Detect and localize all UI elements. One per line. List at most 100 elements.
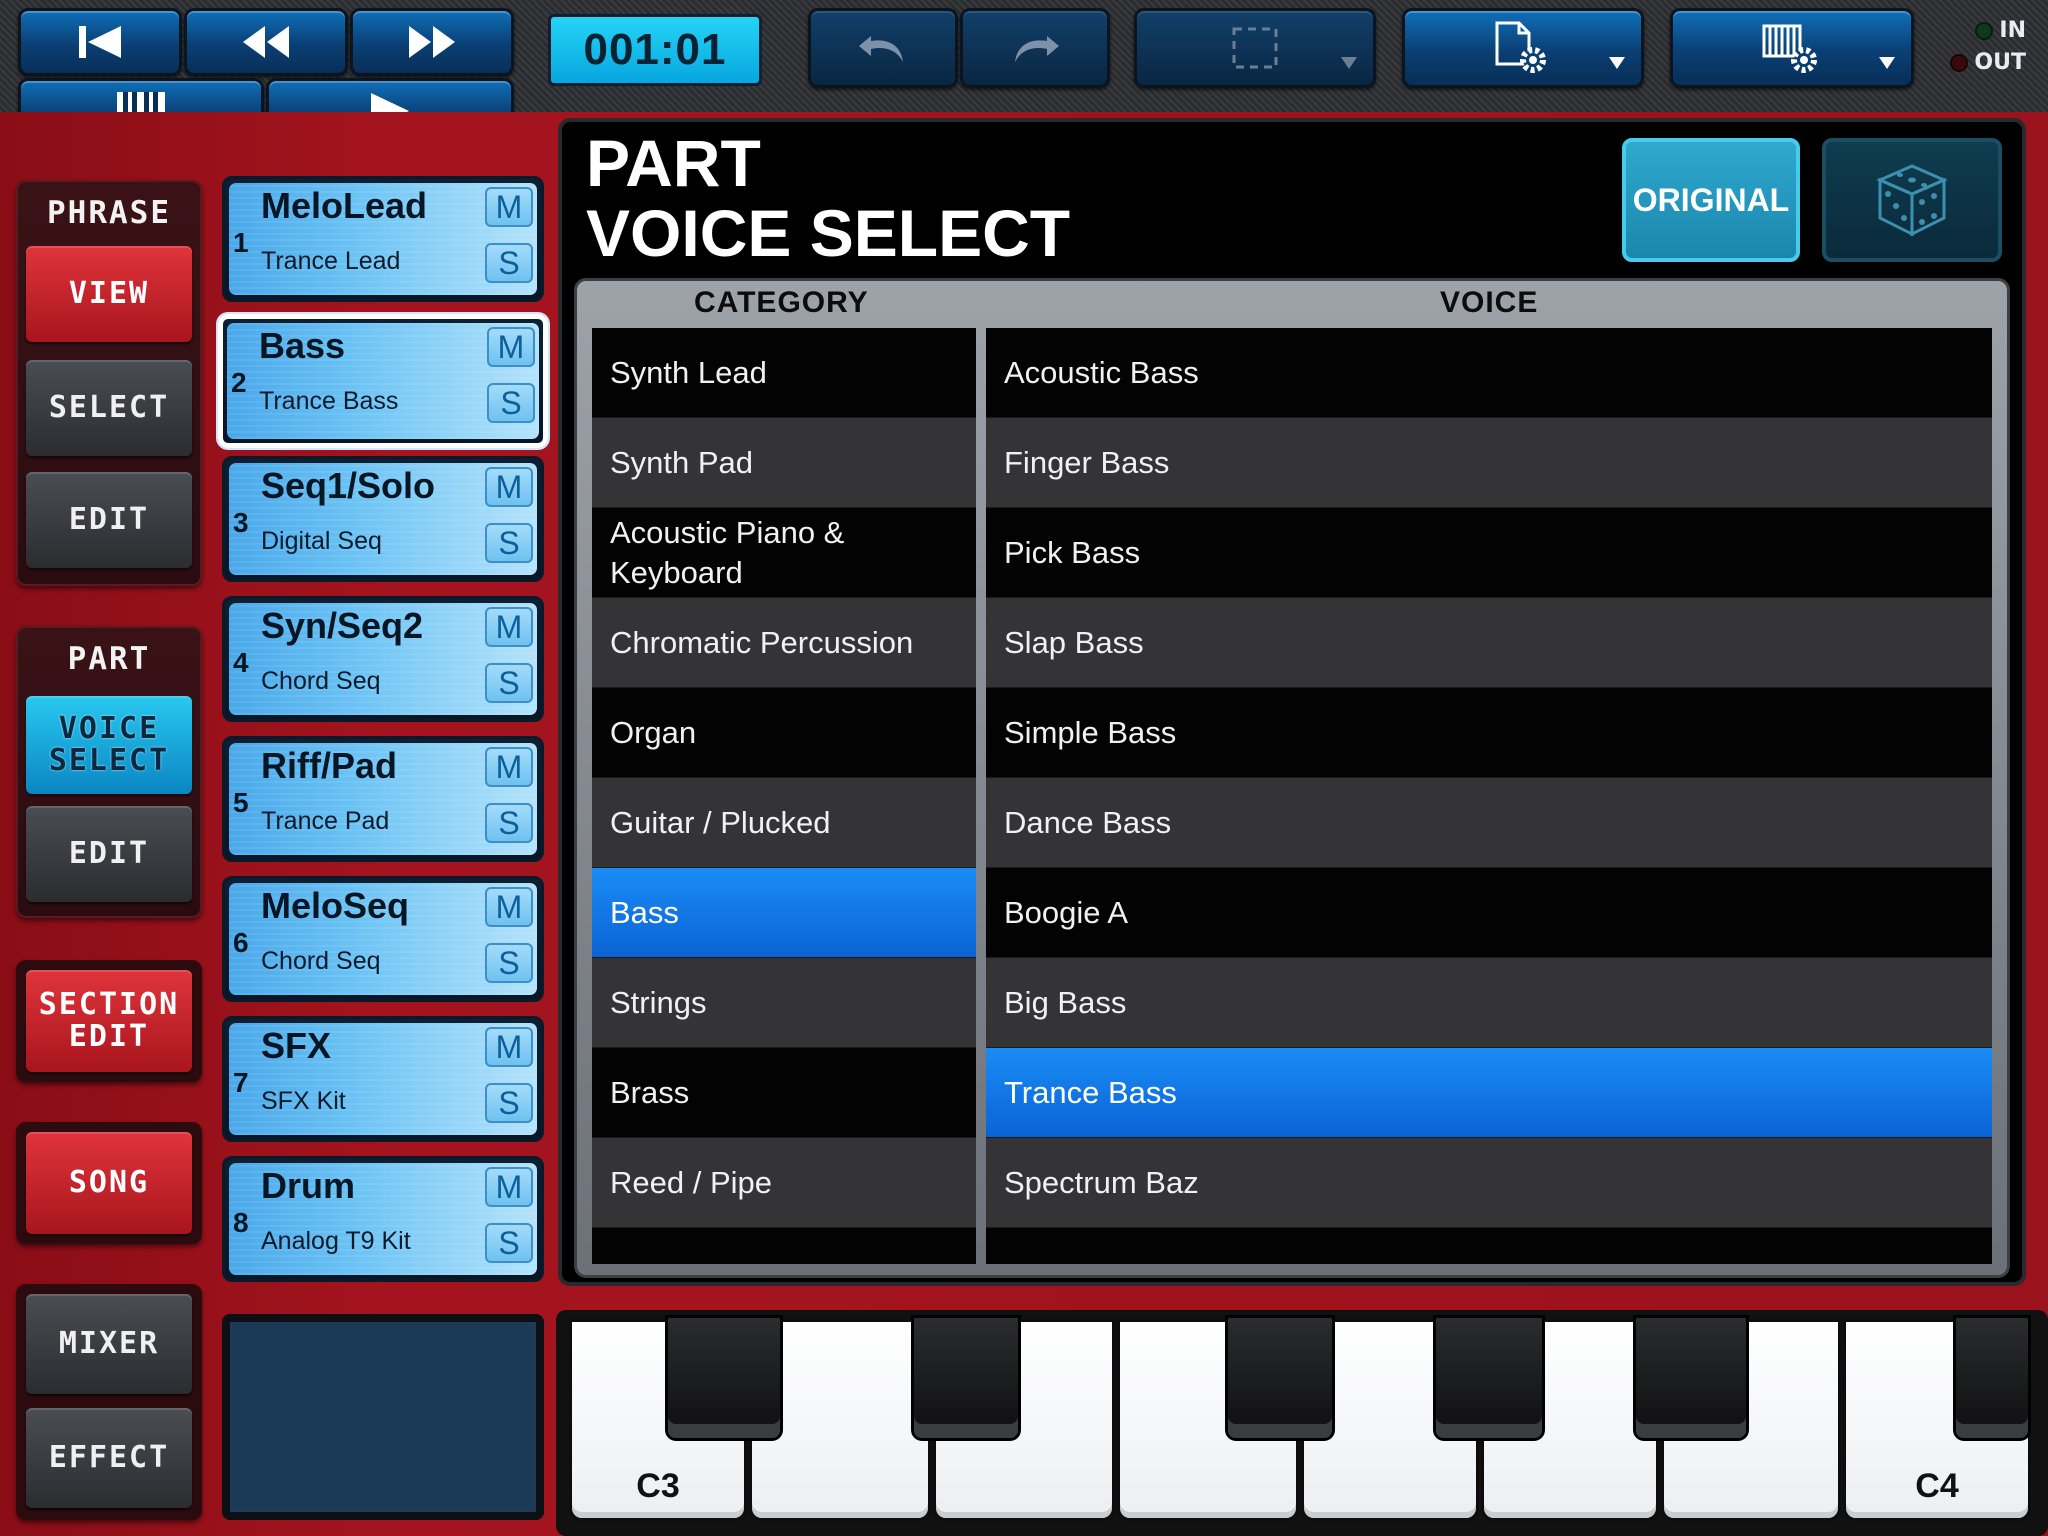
phrase-nav-group: PHRASE VIEW SELECT EDIT: [16, 180, 202, 586]
skip-back-icon: [79, 26, 121, 58]
black-key[interactable]: [1636, 1318, 1746, 1438]
black-key[interactable]: [1436, 1318, 1542, 1438]
part-voice-select-button[interactable]: VOICE SELECT: [26, 696, 192, 794]
category-item-partial[interactable]: [592, 1228, 976, 1264]
part-slot-5[interactable]: 5 Riff/Pad Trance Pad M S: [222, 736, 544, 862]
part-slot-3[interactable]: 3 Seq1/Solo Digital Seq M S: [222, 456, 544, 582]
section-edit-button[interactable]: SECTION EDIT: [26, 970, 192, 1072]
mute-button[interactable]: M: [487, 327, 535, 367]
voice-item[interactable]: Finger Bass: [986, 418, 1992, 508]
file-settings-button[interactable]: [1402, 8, 1644, 88]
category-item-selected[interactable]: Bass: [592, 868, 976, 958]
part-slot-8[interactable]: 8 Drum Analog T9 Kit M S: [222, 1156, 544, 1282]
random-voice-button[interactable]: [1822, 138, 2002, 262]
mute-button[interactable]: M: [485, 887, 533, 927]
category-item[interactable]: Chromatic Percussion: [592, 598, 976, 688]
phrase-select-button[interactable]: SELECT: [26, 360, 192, 456]
part-slot-6[interactable]: 6 MeloSeq Chord Seq M S: [222, 876, 544, 1002]
black-key[interactable]: [1956, 1318, 2028, 1438]
phrase-header: PHRASE: [47, 195, 171, 231]
part-slot-1[interactable]: 1 MeloLead Trance Lead M S: [222, 176, 544, 302]
part-voice: Trance Lead: [261, 247, 401, 275]
category-item[interactable]: Acoustic Piano & Keyboard: [592, 508, 976, 598]
song-button[interactable]: SONG: [26, 1132, 192, 1234]
marquee-select-icon: [1232, 27, 1278, 69]
voice-item-selected[interactable]: Trance Bass: [986, 1048, 1992, 1138]
part-name: Seq1/Solo: [261, 465, 436, 506]
part-name: MeloLead: [261, 185, 428, 226]
voice-item[interactable]: Acoustic Bass: [986, 328, 1992, 418]
effect-button[interactable]: EFFECT: [26, 1408, 192, 1508]
voice-column-header: VOICE: [1440, 286, 1539, 319]
part-number: 8: [233, 1207, 249, 1238]
rewind-icon: [243, 26, 289, 58]
category-item[interactable]: Synth Lead: [592, 328, 976, 418]
solo-button[interactable]: S: [485, 943, 533, 983]
black-key[interactable]: [1228, 1318, 1332, 1438]
category-item[interactable]: Synth Pad: [592, 418, 976, 508]
part-name: Bass: [259, 325, 346, 366]
voice-item[interactable]: Boogie A: [986, 868, 1992, 958]
voice-item[interactable]: Slap Bass: [986, 598, 1992, 688]
solo-button[interactable]: S: [485, 523, 533, 563]
mixer-button[interactable]: MIXER: [26, 1294, 192, 1394]
part-number: 2: [231, 367, 247, 398]
part-number: 3: [233, 507, 249, 538]
voice-list[interactable]: Acoustic Bass Finger Bass Pick Bass Slap…: [986, 328, 1992, 1264]
part-slot-4[interactable]: 4 Syn/Seq2 Chord Seq M S: [222, 596, 544, 722]
category-item[interactable]: Guitar / Plucked: [592, 778, 976, 868]
part-number: 4: [233, 647, 249, 678]
solo-button[interactable]: S: [485, 803, 533, 843]
part-slot-2[interactable]: 2 Bass Trance Bass M S: [218, 314, 548, 448]
mute-button[interactable]: M: [485, 747, 533, 787]
phrase-view-button[interactable]: VIEW: [26, 246, 192, 342]
song-group: SONG: [16, 1122, 202, 1244]
part-voice: Chord Seq: [261, 667, 381, 695]
voice-item[interactable]: Big Bass: [986, 958, 1992, 1048]
voice-item[interactable]: Dance Bass: [986, 778, 1992, 868]
midi-in-indicator: IN: [1977, 18, 2026, 43]
solo-button[interactable]: S: [487, 383, 535, 423]
solo-button[interactable]: S: [485, 663, 533, 703]
phrase-edit-button[interactable]: EDIT: [26, 472, 192, 568]
part-voice: Digital Seq: [261, 527, 382, 555]
voice-item-partial[interactable]: [986, 1228, 1992, 1264]
part-name: Riff/Pad: [261, 745, 398, 786]
black-key[interactable]: [668, 1318, 780, 1438]
category-item[interactable]: Organ: [592, 688, 976, 778]
voice-item[interactable]: Simple Bass: [986, 688, 1992, 778]
mixer-effect-group: MIXER EFFECT: [16, 1284, 202, 1520]
chevron-down-icon: [1609, 57, 1625, 69]
mute-button[interactable]: M: [485, 467, 533, 507]
part-edit-button[interactable]: EDIT: [26, 806, 192, 902]
part-voice: Chord Seq: [261, 947, 381, 975]
mute-button[interactable]: M: [485, 607, 533, 647]
part-number: 7: [233, 1067, 249, 1098]
rewind-to-start-button[interactable]: [18, 8, 182, 76]
solo-button[interactable]: S: [485, 243, 533, 283]
solo-button[interactable]: S: [485, 1083, 533, 1123]
original-button[interactable]: ORIGINAL: [1622, 138, 1800, 262]
grid-gear-icon: [1762, 24, 1817, 73]
part-slot-7[interactable]: 7 SFX SFX Kit M S: [222, 1016, 544, 1142]
part-nav-group: PART VOICE SELECT EDIT: [16, 626, 202, 918]
solo-button[interactable]: S: [485, 1223, 533, 1263]
category-item[interactable]: Strings: [592, 958, 976, 1048]
redo-button[interactable]: [960, 8, 1110, 88]
category-item[interactable]: Reed / Pipe: [592, 1138, 976, 1228]
fast-forward-button[interactable]: [350, 8, 514, 76]
xy-pad-surface[interactable]: [232, 1324, 534, 1510]
rewind-button[interactable]: [184, 8, 348, 76]
song-settings-button[interactable]: [1670, 8, 1914, 88]
category-item[interactable]: Brass: [592, 1048, 976, 1138]
mute-button[interactable]: M: [485, 1027, 533, 1067]
voice-item[interactable]: Spectrum Baz: [986, 1138, 1992, 1228]
category-list[interactable]: Synth Lead Synth Pad Acoustic Piano & Ke…: [592, 328, 976, 1264]
panel-title-line1: PART: [586, 126, 761, 200]
voice-item[interactable]: Pick Bass: [986, 508, 1992, 598]
mute-button[interactable]: M: [485, 1167, 533, 1207]
mute-button[interactable]: M: [485, 187, 533, 227]
selection-menu-button[interactable]: [1134, 8, 1376, 88]
black-key[interactable]: [914, 1318, 1018, 1438]
undo-button[interactable]: [808, 8, 958, 88]
